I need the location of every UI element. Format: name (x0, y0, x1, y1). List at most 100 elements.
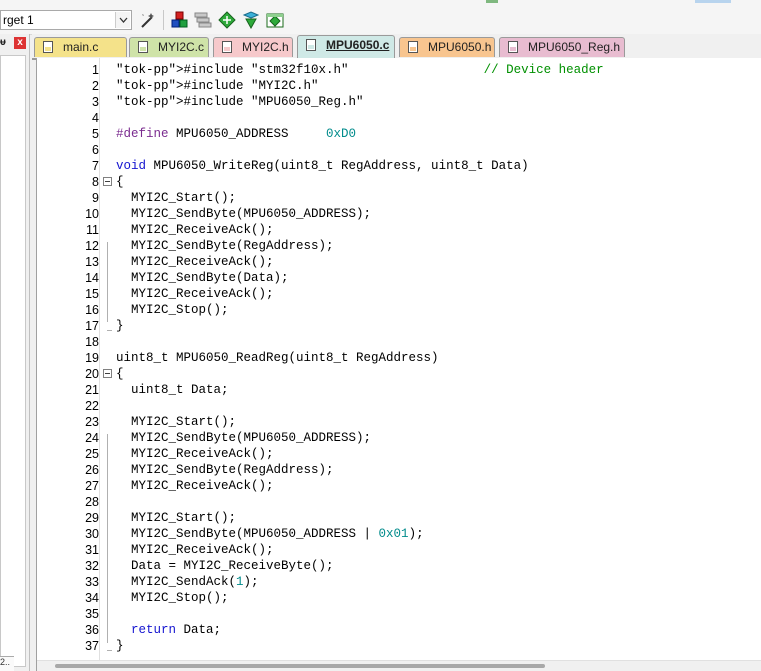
line-number: 31 (85, 543, 99, 557)
line-number: 13 (85, 255, 99, 269)
code-line[interactable]: 17} (37, 318, 761, 334)
code-line[interactable]: 7 void MPU6050_WriteReg(uint8_t RegAddres… (37, 158, 761, 174)
line-number: 29 (85, 511, 99, 525)
code-line[interactable]: 13 MYI2C_ReceiveAck(); (37, 254, 761, 270)
code-text: MYI2C_SendByte(MPU6050_ADDRESS); (116, 431, 372, 445)
code-line[interactable]: 23 MYI2C_Start(); (37, 414, 761, 430)
line-number: 11 (86, 223, 99, 237)
code-line[interactable]: 21 uint8_t Data; (37, 382, 761, 398)
code-text: MYI2C_Stop(); (116, 591, 229, 605)
code-line[interactable]: 20 { (37, 366, 761, 382)
code-line[interactable]: 18 (37, 334, 761, 350)
code-text: MYI2C_SendByte(RegAddress); (116, 239, 334, 253)
code-line[interactable]: 19 uint8_t MPU6050_ReadReg(uint8_t RegAdd… (37, 350, 761, 366)
packs-icon[interactable] (194, 11, 212, 29)
code-text: } (116, 639, 124, 653)
code-text: MYI2C_ReceiveAck(); (116, 287, 274, 301)
code-text: } (116, 319, 124, 333)
line-number: 35 (85, 607, 99, 621)
code-line[interactable]: 37} (37, 638, 761, 654)
code-line[interactable]: 31 MYI2C_ReceiveAck(); (37, 542, 761, 558)
line-number: 25 (85, 447, 99, 461)
dropdown-arrow-icon[interactable] (115, 12, 130, 28)
code-line[interactable]: 4 (37, 110, 761, 126)
fold-toggle-icon[interactable] (103, 369, 112, 378)
pin-icon[interactable]: ᵾ (0, 37, 6, 48)
toolbar-overflow-button[interactable] (695, 0, 731, 3)
tab-myi2c-h[interactable]: MYI2C.h (213, 37, 293, 57)
code-line[interactable]: 1 "tok-pp">#include "stm32f10x.h" // Devi… (37, 62, 761, 78)
code-line[interactable]: 6 (37, 142, 761, 158)
fold-guide-end (107, 330, 112, 331)
tab-mpu6050-h[interactable]: MPU6050.h (399, 37, 495, 57)
line-number: 22 (85, 399, 99, 413)
code-line[interactable]: 26 MYI2C_SendByte(RegAddress); (37, 462, 761, 478)
batch-setup-icon[interactable] (242, 11, 260, 30)
code-line[interactable]: 22 (37, 398, 761, 414)
code-line[interactable]: 29 MYI2C_Start(); (37, 510, 761, 526)
line-number: 27 (85, 479, 99, 493)
tab-label: MPU6050.h (428, 40, 492, 54)
close-icon[interactable]: x (14, 37, 26, 49)
code-line[interactable]: 11 MYI2C_ReceiveAck(); (37, 222, 761, 238)
code-text: MYI2C_Stop(); (116, 303, 229, 317)
code-text: Data = MYI2C_ReceiveByte(); (116, 559, 334, 573)
code-line[interactable]: 36 return Data; (37, 622, 761, 638)
code-text: uint8_t Data; (116, 383, 229, 397)
code-line[interactable]: 2 "tok-pp">#include "MYI2C.h" (37, 78, 761, 94)
manage-components-icon[interactable] (171, 11, 189, 29)
target-select[interactable]: rget 1 (0, 10, 132, 30)
code-line[interactable]: 32 Data = MYI2C_ReceiveByte(); (37, 558, 761, 574)
scrollbar-thumb[interactable] (55, 664, 545, 668)
tab-myi2c-c[interactable]: MYI2C.c (129, 37, 209, 57)
code-text: "tok-pp">#include "MYI2C.h" (116, 79, 319, 93)
tab-main-c[interactable]: main.c (34, 37, 127, 57)
code-text: uint8_t MPU6050_ReadReg(uint8_t RegAddre… (116, 351, 439, 365)
code-line[interactable]: 10 MYI2C_SendByte(MPU6050_ADDRESS); (37, 206, 761, 222)
code-line[interactable]: 9 MYI2C_Start(); (37, 190, 761, 206)
code-editor[interactable]: 1 "tok-pp">#include "stm32f10x.h" // Devi… (36, 58, 761, 671)
code-line[interactable]: 35 (37, 606, 761, 622)
fold-toggle-icon[interactable] (103, 177, 112, 186)
tab-label: MYI2C.h (242, 40, 289, 54)
fold-guide (107, 242, 108, 322)
tab-label: MPU6050_Reg.h (528, 40, 621, 54)
line-number: 21 (85, 383, 99, 397)
magic-wand-icon[interactable] (139, 11, 157, 29)
code-line[interactable]: 34 MYI2C_Stop(); (37, 590, 761, 606)
select-pack-icon[interactable] (218, 11, 236, 29)
code-line[interactable]: 5 #define MPU6050_ADDRESS 0xD0 (37, 126, 761, 142)
code-line[interactable]: 12 MYI2C_SendByte(RegAddress); (37, 238, 761, 254)
tab-mpu6050-c[interactable]: MPU6050.c (297, 35, 395, 58)
code-text: void MPU6050_WriteReg(uint8_t RegAddress… (116, 159, 529, 173)
code-line[interactable]: 14 MYI2C_SendByte(Data); (37, 270, 761, 286)
line-number: 26 (85, 463, 99, 477)
horizontal-scrollbar[interactable] (37, 660, 761, 671)
code-line[interactable]: 24 MYI2C_SendByte(MPU6050_ADDRESS); (37, 430, 761, 446)
configure-icon[interactable] (266, 11, 284, 29)
line-number: 37 (85, 639, 99, 653)
code-line[interactable]: 28 (37, 494, 761, 510)
file-icon (508, 41, 518, 53)
code-line[interactable]: 3 "tok-pp">#include "MPU6050_Reg.h" (37, 94, 761, 110)
code-line[interactable]: 33 MYI2C_SendAck(1); (37, 574, 761, 590)
line-number: 2 (92, 79, 99, 93)
code-line[interactable]: 8{ (37, 174, 761, 190)
tab-mpu6050-reg-h[interactable]: MPU6050_Reg.h (499, 37, 625, 57)
line-number: 16 (85, 303, 99, 317)
code-line[interactable]: 30 MYI2C_SendByte(MPU6050_ADDRESS | 0x01… (37, 526, 761, 542)
code-line[interactable]: 25 MYI2C_ReceiveAck(); (37, 446, 761, 462)
code-text: MYI2C_Start(); (116, 511, 237, 525)
code-line[interactable]: 16 MYI2C_Stop(); (37, 302, 761, 318)
code-text: #define MPU6050_ADDRESS 0xD0 (116, 127, 357, 141)
code-line[interactable]: 15 MYI2C_ReceiveAck(); (37, 286, 761, 302)
fold-guide (107, 434, 108, 643)
project-tree[interactable] (0, 55, 26, 667)
line-number: 14 (85, 271, 99, 285)
code-text: return Data; (131, 623, 222, 637)
code-text: { (116, 175, 124, 189)
code-text: MYI2C_SendByte(MPU6050_ADDRESS); (116, 207, 372, 221)
panel-bottom-tab[interactable]: 2.. (0, 656, 14, 671)
line-number: 8 (92, 175, 99, 189)
code-line[interactable]: 27 MYI2C_ReceiveAck(); (37, 478, 761, 494)
